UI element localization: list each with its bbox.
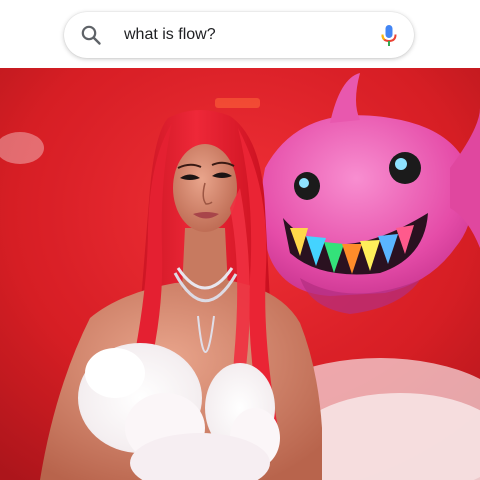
search-query-text[interactable]: what is flow? [124,12,216,58]
video-frame[interactable] [0,68,480,480]
screen: what is flow? [0,0,480,480]
mic-icon[interactable] [380,24,398,48]
video-still-image [0,68,480,480]
search-bar[interactable]: what is flow? [64,12,414,58]
search-icon[interactable] [80,24,102,46]
search-header: what is flow? [0,0,480,68]
